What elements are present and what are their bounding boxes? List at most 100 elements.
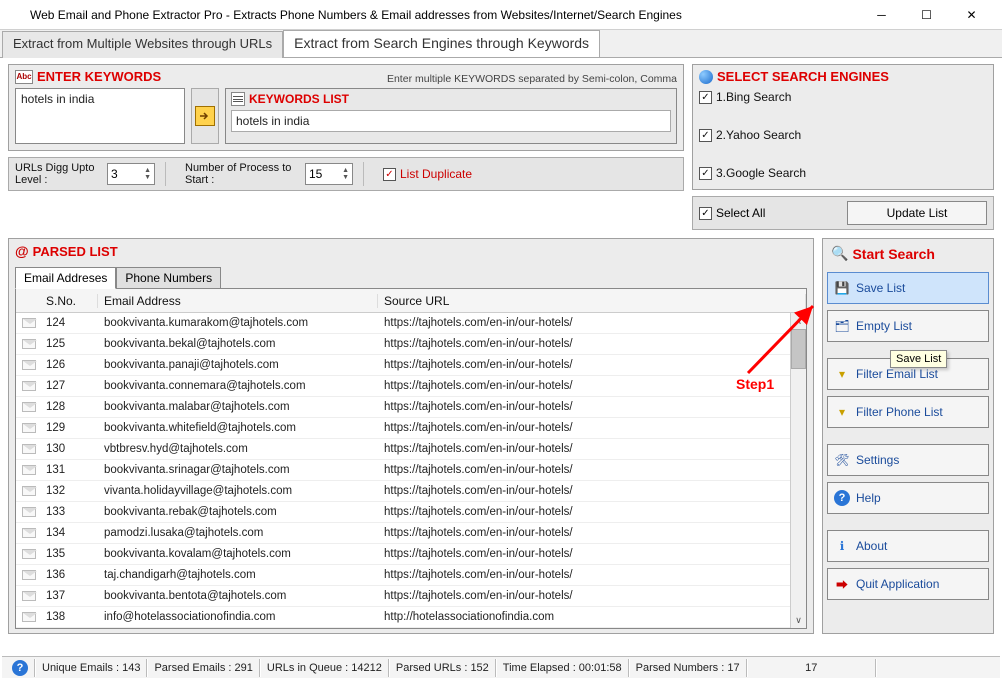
keywords-title: Abc ENTER KEYWORDS [15, 69, 161, 84]
save-list-button[interactable]: 💾 Save List [827, 272, 989, 304]
cell-sno: 126 [40, 359, 98, 371]
save-list-tooltip: Save List [890, 350, 947, 368]
envelope-icon [22, 381, 36, 391]
tab-extract-keywords[interactable]: Extract from Search Engines through Keyw… [283, 30, 600, 57]
status-parsed-numbers: Parsed Numbers : 17 [629, 659, 747, 677]
cell-sno: 130 [40, 443, 98, 455]
filter-icon: ▾ [834, 404, 850, 420]
help-icon: ? [834, 490, 850, 506]
scroll-down-button[interactable]: ∨ [791, 612, 806, 628]
gear-icon: 🛠 [834, 452, 850, 468]
scroll-thumb[interactable] [791, 329, 806, 369]
engines-control-row: ✓Select All Update List [692, 196, 994, 230]
table-row[interactable]: 126bookvivanta.panaji@tajhotels.comhttps… [16, 355, 806, 376]
table-row[interactable]: 128bookvivanta.malabar@tajhotels.comhttp… [16, 397, 806, 418]
about-button[interactable]: ℹ About [827, 530, 989, 562]
cell-email: pamodzi.lusaka@tajhotels.com [98, 527, 378, 539]
cell-url: https://tajhotels.com/en-in/our-hotels/ [378, 380, 806, 392]
cell-url: https://tajhotels.com/en-in/our-hotels/ [378, 422, 806, 434]
cell-url: https://tajhotels.com/en-in/our-hotels/ [378, 590, 806, 602]
cell-sno: 124 [40, 317, 98, 329]
cell-email: bookvivanta.bekal@tajhotels.com [98, 338, 378, 350]
cell-sno: 137 [40, 590, 98, 602]
help-button[interactable]: ? Help [827, 482, 989, 514]
envelope-icon [22, 318, 36, 328]
app-icon [8, 7, 24, 23]
select-all-checkbox[interactable]: ✓Select All [699, 206, 765, 220]
table-row[interactable]: 124bookvivanta.kumarakom@tajhotels.comht… [16, 313, 806, 334]
cell-url: https://tajhotels.com/en-in/our-hotels/ [378, 401, 806, 413]
cell-url: https://tajhotels.com/en-in/our-hotels/ [378, 506, 806, 518]
keywords-hint: Enter multiple KEYWORDS separated by Sem… [387, 73, 677, 85]
table-row[interactable]: 133bookvivanta.rebak@tajhotels.comhttps:… [16, 502, 806, 523]
engine-google-checkbox[interactable]: ✓3.Google Search [699, 164, 987, 183]
cell-email: bookvivanta.whitefield@tajhotels.com [98, 422, 378, 434]
cell-email: vbtbresv.hyd@tajhotels.com [98, 443, 378, 455]
cell-email: bookvivanta.connemara@tajhotels.com [98, 380, 378, 392]
col-source-url[interactable]: Source URL [378, 294, 806, 308]
empty-icon: 🗂 [834, 318, 850, 334]
table-row[interactable]: 127bookvivanta.connemara@tajhotels.comht… [16, 376, 806, 397]
cell-url: https://tajhotels.com/en-in/our-hotels/ [378, 548, 806, 560]
abc-icon: Abc [15, 70, 33, 84]
table-row[interactable]: 135bookvivanta.kovalam@tajhotels.comhttp… [16, 544, 806, 565]
empty-list-button[interactable]: 🗂 Empty List [827, 310, 989, 342]
envelope-icon [22, 465, 36, 475]
tab-phone-numbers[interactable]: Phone Numbers [116, 267, 221, 289]
table-row[interactable]: 134pamodzi.lusaka@tajhotels.comhttps://t… [16, 523, 806, 544]
col-email[interactable]: Email Address [98, 294, 378, 308]
cell-sno: 138 [40, 611, 98, 623]
arrow-container [191, 88, 219, 144]
scrollbar[interactable]: ∧ ∨ [790, 313, 806, 628]
cell-email: bookvivanta.kovalam@tajhotels.com [98, 548, 378, 560]
cell-sno: 132 [40, 485, 98, 497]
digg-label: URLs Digg Upto Level : [15, 162, 97, 186]
keywords-list-item[interactable]: hotels in india [231, 110, 671, 132]
table-row[interactable]: 131bookvivanta.srinagar@tajhotels.comhtt… [16, 460, 806, 481]
add-keyword-button[interactable] [195, 106, 215, 126]
table-row[interactable]: 132vivanta.holidayvillage@tajhotels.comh… [16, 481, 806, 502]
engine-bing-checkbox[interactable]: ✓1.Bing Search [699, 88, 987, 107]
table-row[interactable]: 130vbtbresv.hyd@tajhotels.comhttps://taj… [16, 439, 806, 460]
tab-extract-urls[interactable]: Extract from Multiple Websites through U… [2, 31, 283, 58]
quit-button[interactable]: ⮕ Quit Application [827, 568, 989, 600]
col-sno[interactable]: S.No. [40, 294, 98, 308]
update-list-button[interactable]: Update List [847, 201, 987, 225]
minimize-button[interactable]: ─ [859, 1, 904, 29]
scroll-up-button[interactable]: ∧ [791, 313, 806, 329]
envelope-icon [22, 402, 36, 412]
table-row[interactable]: 137bookvivanta.bentota@tajhotels.comhttp… [16, 586, 806, 607]
digg-level-input[interactable]: 3▲▼ [107, 163, 155, 185]
table-row[interactable]: 125bookvivanta.bekal@tajhotels.comhttps:… [16, 334, 806, 355]
keywords-group: Abc ENTER KEYWORDS Enter multiple KEYWOR… [8, 64, 684, 151]
process-count-input[interactable]: 15▲▼ [305, 163, 353, 185]
envelope-icon [22, 612, 36, 622]
cell-sno: 127 [40, 380, 98, 392]
cell-email: bookvivanta.srinagar@tajhotels.com [98, 464, 378, 476]
tab-email-addresses[interactable]: Email Addreses [15, 267, 116, 289]
close-button[interactable]: ✕ [949, 1, 994, 29]
arrow-right-icon [199, 110, 211, 122]
start-search-title: 🔍 Start Search [827, 245, 989, 262]
list-icon [231, 92, 245, 106]
cell-url: https://tajhotels.com/en-in/our-hotels/ [378, 443, 806, 455]
table-row[interactable]: 129bookvivanta.whitefield@tajhotels.comh… [16, 418, 806, 439]
engine-yahoo-checkbox[interactable]: ✓2.Yahoo Search [699, 126, 987, 145]
envelope-icon [22, 486, 36, 496]
envelope-icon [22, 591, 36, 601]
table-header: S.No. Email Address Source URL [16, 289, 806, 313]
parsed-list-group: @ PARSED LIST Email Addreses Phone Numbe… [8, 238, 814, 634]
status-help-icon[interactable]: ? [6, 659, 35, 677]
table-row[interactable]: 138info@hotelassociationofindia.comhttp:… [16, 607, 806, 628]
settings-button[interactable]: 🛠 Settings [827, 444, 989, 476]
keywords-input[interactable]: hotels in india [15, 88, 185, 144]
cell-email: vivanta.holidayvillage@tajhotels.com [98, 485, 378, 497]
envelope-icon [22, 549, 36, 559]
list-duplicate-checkbox[interactable]: ✓ List Duplicate [383, 167, 472, 181]
cell-sno: 128 [40, 401, 98, 413]
cell-sno: 136 [40, 569, 98, 581]
envelope-icon [22, 528, 36, 538]
maximize-button[interactable]: ☐ [904, 1, 949, 29]
table-row[interactable]: 136taj.chandigarh@tajhotels.comhttps://t… [16, 565, 806, 586]
filter-phone-button[interactable]: ▾ Filter Phone List [827, 396, 989, 428]
